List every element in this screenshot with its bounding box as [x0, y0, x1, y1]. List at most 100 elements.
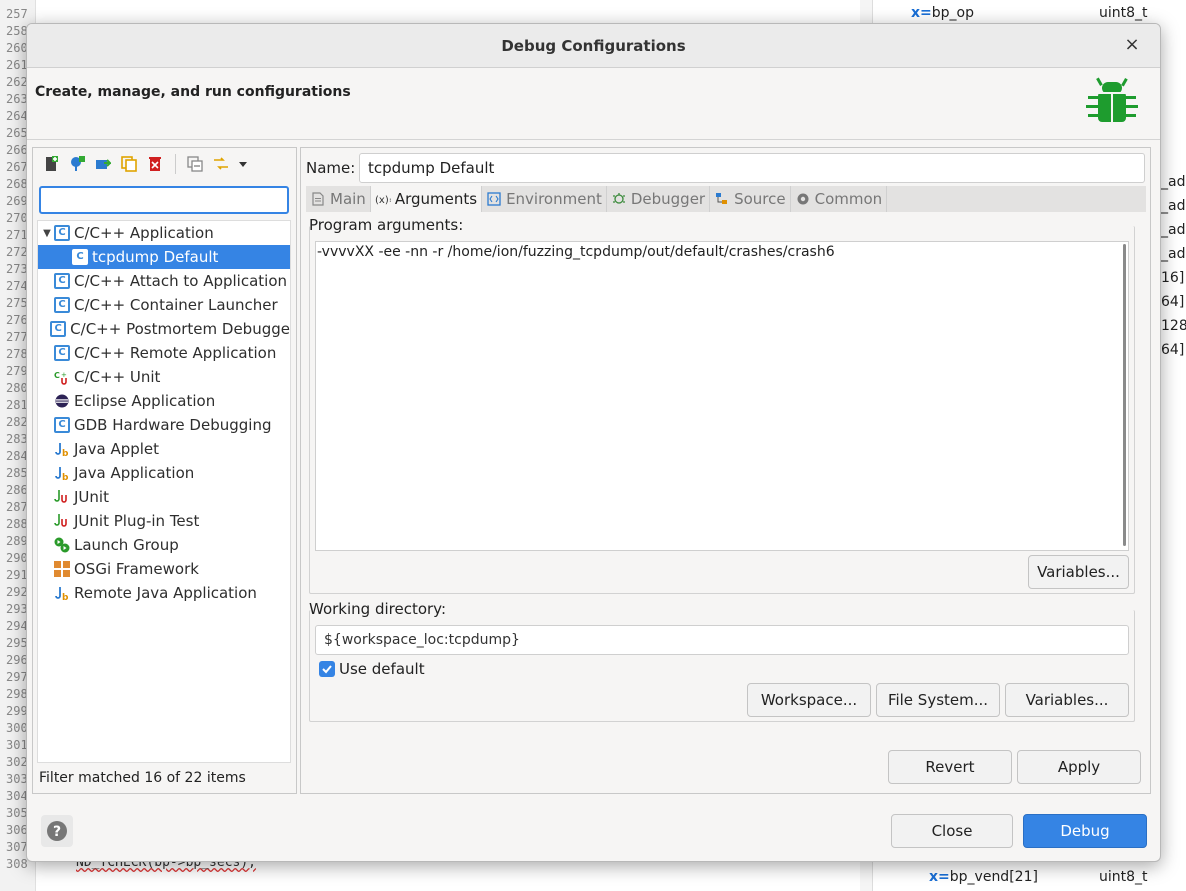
- tree-item-label: Remote Java Application: [74, 584, 257, 602]
- use-default-checkbox[interactable]: [319, 661, 335, 677]
- line-number: 271: [6, 228, 28, 242]
- filter-input[interactable]: [39, 186, 289, 214]
- tree-item[interactable]: C C/C++ Container Launcher: [38, 293, 290, 317]
- workspace-button[interactable]: Workspace...: [747, 683, 871, 717]
- variable-row[interactable]: x=bp_op: [911, 5, 974, 21]
- line-number: 277: [6, 330, 28, 344]
- line-number: 268: [6, 177, 28, 191]
- line-number: 304: [6, 789, 28, 803]
- configuration-name-input[interactable]: tcpdump Default: [359, 153, 1145, 183]
- help-icon[interactable]: ?: [41, 815, 73, 847]
- collapse-all-icon[interactable]: [185, 154, 205, 174]
- environment-tab-icon: [486, 191, 502, 207]
- tab-common[interactable]: Common: [791, 186, 888, 212]
- variables-button[interactable]: Variables...: [1028, 555, 1129, 589]
- expand-arrow-icon[interactable]: ▼: [40, 228, 54, 239]
- tree-item[interactable]: JUnit: [38, 485, 290, 509]
- revert-button[interactable]: Revert: [888, 750, 1012, 784]
- apply-button[interactable]: Apply: [1017, 750, 1141, 784]
- line-number: 274: [6, 279, 28, 293]
- line-number: 297: [6, 670, 28, 684]
- tree-item-label: GDB Hardware Debugging: [74, 416, 272, 434]
- line-number: 261: [6, 58, 28, 72]
- tree-item[interactable]: C + C/C++ Unit: [38, 365, 290, 389]
- osgi-icon: [54, 561, 70, 577]
- new-configuration-icon[interactable]: [41, 154, 61, 174]
- tree-item-label: Java Applet: [74, 440, 160, 458]
- filter-configurations-icon[interactable]: [211, 154, 231, 174]
- line-number: 282: [6, 415, 28, 429]
- c-app-icon: C: [54, 297, 70, 313]
- tree-item-label: Eclipse Application: [74, 392, 216, 410]
- debug-button[interactable]: Debug: [1023, 814, 1147, 848]
- tree-item[interactable]: OSGi Framework: [38, 557, 290, 581]
- delete-configuration-icon[interactable]: [145, 154, 165, 174]
- new-prototype-icon[interactable]: [67, 154, 87, 174]
- tree-item[interactable]: Launch Group: [38, 533, 290, 557]
- use-default-label: Use default: [339, 660, 425, 678]
- duplicate-configuration-icon[interactable]: [119, 154, 139, 174]
- tree-item-label: C/C++ Application: [74, 224, 214, 242]
- svg-text:b: b: [62, 593, 69, 601]
- line-number: 298: [6, 687, 28, 701]
- program-arguments-textarea[interactable]: -vvvvXX -ee -nn -r /home/ion/fuzzing_tcp…: [315, 241, 1129, 551]
- chevron-down-icon[interactable]: [233, 154, 253, 174]
- tab-main[interactable]: Main: [306, 186, 371, 212]
- tab-debugger[interactable]: Debugger: [607, 186, 711, 212]
- checkmark-icon: [322, 665, 332, 674]
- tree-item[interactable]: b Java Application: [38, 461, 290, 485]
- tree-item[interactable]: C GDB Hardware Debugging: [38, 413, 290, 437]
- tab-environment[interactable]: Environment: [482, 186, 607, 212]
- line-number: 278: [6, 347, 28, 361]
- tree-item-label: C/C++ Attach to Application: [74, 272, 288, 290]
- tree-item[interactable]: C C/C++ Postmortem Debugge: [38, 317, 290, 341]
- working-directory-input[interactable]: ${workspace_loc:tcpdump}: [315, 625, 1129, 655]
- line-number: 260: [6, 41, 28, 55]
- junit-icon: [54, 513, 70, 529]
- configuration-list-pane: ▼ C C/C++ Application Ctcpdump Default C C/C+…: [32, 147, 297, 794]
- line-number: 294: [6, 619, 28, 633]
- configuration-tabs: Main(x)=Arguments Environment DebuggerSour…: [306, 186, 1146, 212]
- tab-label: Environment: [506, 190, 602, 208]
- line-number: 289: [6, 534, 28, 548]
- tree-item[interactable]: C C/C++ Remote Application: [38, 341, 290, 365]
- configuration-tree: ▼ C C/C++ Application Ctcpdump Default C C/C+…: [37, 220, 291, 763]
- variable-name: bp_vend[21]: [949, 869, 1038, 885]
- tab-label: Main: [330, 190, 366, 208]
- tree-item[interactable]: JUnit Plug-in Test: [38, 509, 290, 533]
- program-arguments-value: -vvvvXX -ee -nn -r /home/ion/fuzzing_tcp…: [317, 244, 835, 260]
- scrollbar[interactable]: [1123, 244, 1126, 546]
- line-number: 308: [6, 857, 28, 871]
- svg-text:C: C: [54, 371, 60, 380]
- line-number: 257: [6, 7, 28, 21]
- launch-config-toolbar: [33, 148, 296, 180]
- tree-item[interactable]: C C/C++ Attach to Application: [38, 269, 290, 293]
- line-number: 258: [6, 24, 28, 38]
- line-number: 276: [6, 313, 28, 327]
- tab-source[interactable]: Source: [710, 186, 791, 212]
- junit-icon: [54, 489, 70, 505]
- line-number: 305: [6, 806, 28, 820]
- variable-name: bp_op: [931, 5, 974, 21]
- name-label: Name:: [306, 159, 356, 177]
- tree-item[interactable]: b Remote Java Application: [38, 581, 290, 605]
- tree-item[interactable]: Eclipse Application: [38, 389, 290, 413]
- variable-fragment: 16]: [1161, 270, 1185, 286]
- variable-row[interactable]: x=bp_vend[21]: [929, 869, 1038, 885]
- tree-item-label: C/C++ Unit: [74, 368, 161, 386]
- tree-item[interactable]: Ctcpdump Default: [38, 245, 290, 269]
- c-app-icon: C: [54, 417, 70, 433]
- tree-item[interactable]: b Java Applet: [38, 437, 290, 461]
- c-unit-icon: C +: [54, 369, 70, 385]
- tree-item[interactable]: ▼ C C/C++ Application: [38, 221, 290, 245]
- tree-item-label: JUnit Plug-in Test: [74, 512, 200, 530]
- close-button[interactable]: Close: [891, 814, 1013, 848]
- working-directory-variables-button[interactable]: Variables...: [1005, 683, 1129, 717]
- variable-fragment: 64]: [1161, 342, 1185, 358]
- line-number: 284: [6, 449, 28, 463]
- file-system-button[interactable]: File System...: [876, 683, 1000, 717]
- line-number: 287: [6, 500, 28, 514]
- tab-arguments[interactable]: (x)=Arguments: [370, 186, 483, 212]
- export-configuration-icon[interactable]: [93, 154, 113, 174]
- close-icon[interactable]: ×: [1122, 35, 1142, 55]
